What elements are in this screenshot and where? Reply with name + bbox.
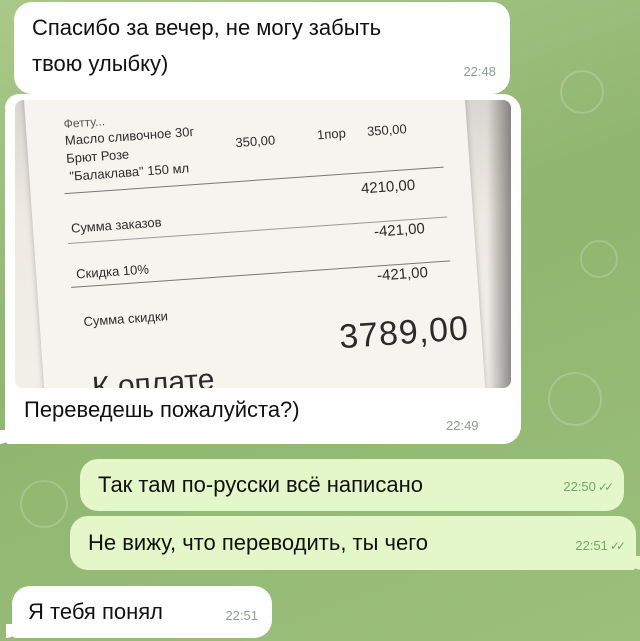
message-time: 22:50 ✓✓: [563, 473, 614, 501]
receipt-discount-label: Скидка 10%: [75, 261, 150, 282]
bubble-tail: [628, 556, 640, 570]
double-check-icon: ✓✓: [609, 539, 626, 553]
message-text: Я тебя понял: [28, 599, 164, 624]
receipt-photo[interactable]: Фетту... Масло сливочное 30г Брют Розе 3…: [15, 100, 511, 388]
receipt-subtotal-label: Сумма заказов: [70, 214, 163, 236]
message-text: Не вижу, что переводить, ты чего: [88, 530, 429, 555]
outgoing-message-bubble[interactable]: Не вижу, что переводить, ты чего 22:51 ✓✓: [70, 516, 640, 570]
receipt-total-label: К оплате: [91, 363, 216, 388]
receipt-subtotal-value: 4210,00: [360, 176, 416, 198]
incoming-message-bubble[interactable]: Я тебя понял 22:51: [6, 586, 272, 638]
background-doodle: [560, 70, 604, 114]
background-doodle: [580, 240, 618, 278]
receipt-qty: 1пор: [316, 125, 347, 143]
message-time: 22:49: [446, 418, 479, 433]
photo-shadow: [487, 100, 511, 388]
message-time-value: 22:51: [575, 538, 608, 553]
incoming-message-bubble[interactable]: Спасибо за вечер, не могу забыть твою ул…: [14, 2, 510, 94]
receipt-discount-sum-value: -421,00: [376, 264, 429, 285]
message-time-value: 22:50: [563, 479, 596, 494]
message-text: твою улыбку): [32, 51, 169, 76]
receipt-price: 350,00: [234, 132, 276, 151]
receipt-item: Брют Розе: [65, 146, 130, 166]
receipt-sum: 350,00: [366, 121, 408, 139]
receipt-discount-sum-label: Сумма скидки: [83, 308, 169, 330]
receipt-total-value: 3789,00: [337, 309, 471, 357]
message-time: 22:51: [225, 608, 258, 623]
message-text: Переведешь пожалуйста?): [24, 397, 300, 422]
message-time: 22:48: [463, 64, 496, 79]
receipt-paper: Фетту... Масло сливочное 30г Брют Розе 3…: [22, 100, 488, 388]
bubble-tail: [0, 430, 13, 444]
receipt-discount-value: -421,00: [373, 220, 426, 241]
double-check-icon: ✓✓: [597, 480, 614, 494]
background-doodle: [20, 480, 68, 528]
message-text: Спасибо за вечер, не могу забыть: [32, 15, 382, 40]
receipt-text: Фетту...: [63, 114, 106, 132]
message-text: Так там по-русски всё написано: [98, 472, 423, 497]
message-time: 22:51 ✓✓: [575, 532, 626, 560]
background-doodle: [548, 372, 602, 426]
outgoing-message-bubble[interactable]: Так там по-русски всё написано 22:50 ✓✓: [80, 459, 624, 511]
bubble-tail: [6, 624, 20, 638]
